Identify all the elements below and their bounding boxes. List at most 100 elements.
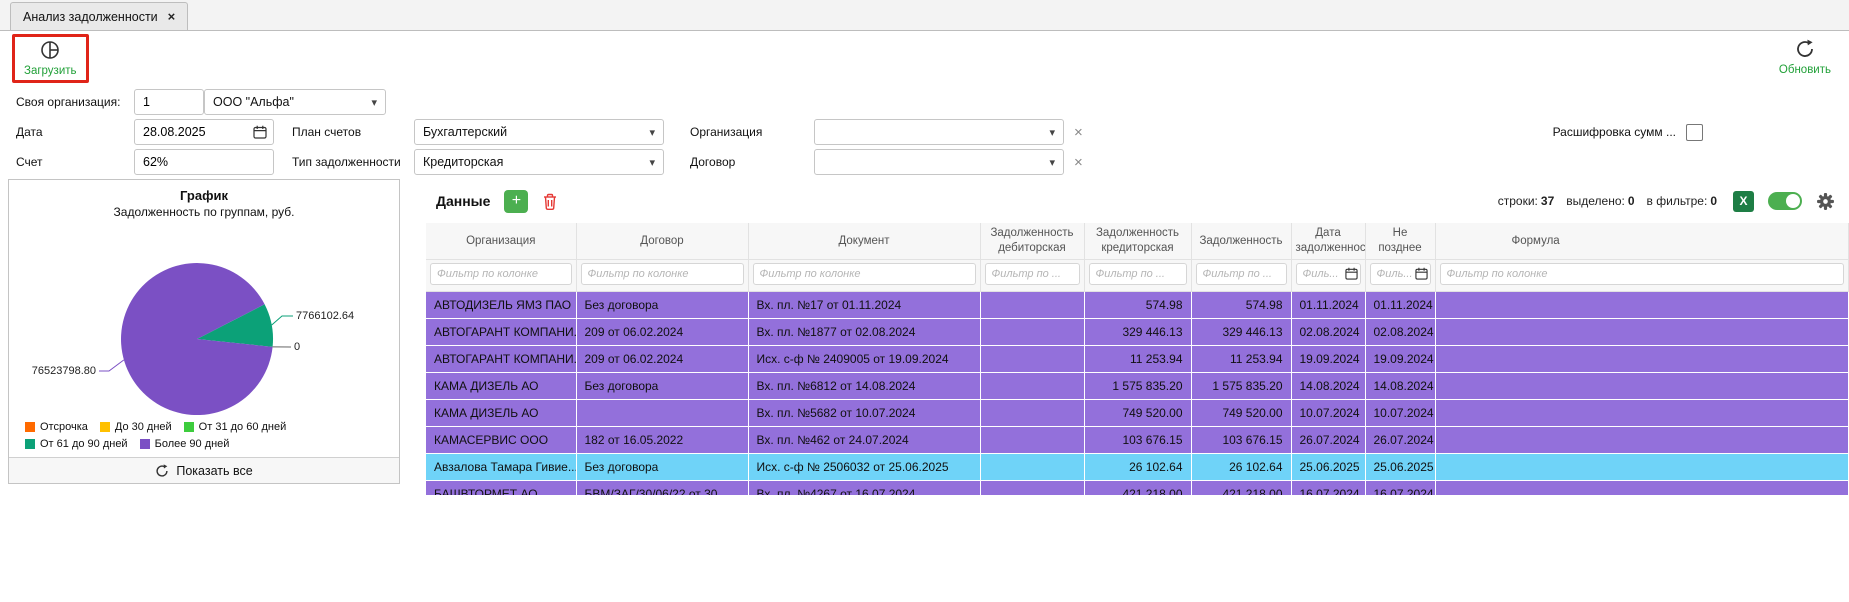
debt-type-value: Кредиторская (423, 155, 503, 169)
table-row[interactable]: КАМАСЕРВИС ООО182 от 16.05.2022Вх. пл. №… (426, 426, 1849, 453)
filter-cell-8 (1435, 259, 1849, 291)
table-row[interactable]: Авзалова Тамара Гивие...Без договораИсх.… (426, 453, 1849, 480)
table-cell: Вх. пл. №1877 от 02.08.2024 (748, 318, 980, 345)
contract-label: Договор (690, 155, 814, 169)
clear-organization-icon[interactable]: × (1074, 125, 1083, 140)
excel-icon: X (1739, 194, 1747, 208)
table-cell: Без договора (576, 291, 748, 318)
filter-cell-6 (1291, 259, 1365, 291)
delete-row-button[interactable] (542, 192, 558, 211)
table-cell: Авзалова Тамара Гивие... (426, 453, 576, 480)
main-area: График Задолженность по группам, руб. 77… (8, 179, 1849, 495)
own-org-code-input[interactable] (134, 89, 204, 115)
tab-debt-analysis[interactable]: Анализ задолженности × (10, 2, 188, 30)
show-all-button[interactable]: Показать все (9, 457, 399, 483)
column-header-3[interactable]: Задолженность дебиторская (980, 223, 1084, 259)
table-cell: 749 520.00 (1191, 399, 1291, 426)
table-cell: БАШВТОРМЕТ АО (426, 480, 576, 495)
table-cell (1435, 345, 1849, 372)
chevron-down-icon: ▾ (649, 126, 655, 139)
column-header-2[interactable]: Документ (748, 223, 980, 259)
legend-item: Более 90 дней (140, 438, 230, 450)
table-cell (1435, 480, 1849, 495)
pie-value-label: 76523798.80 (32, 365, 96, 377)
table-cell (980, 399, 1084, 426)
table-cell: 182 от 16.05.2022 (576, 426, 748, 453)
column-header-4[interactable]: Задолженность кредиторская (1084, 223, 1191, 259)
table-cell: КАМА ДИЗЕЛЬ АО (426, 399, 576, 426)
chevron-down-icon: ▾ (371, 96, 377, 109)
table-cell: 01.11.2024 (1365, 291, 1435, 318)
chart-title: График (9, 188, 399, 203)
calendar-icon[interactable] (1345, 267, 1358, 284)
column-header-5[interactable]: Задолженность (1191, 223, 1291, 259)
legend-item: От 31 до 60 дней (184, 421, 287, 433)
filter-cell-5 (1191, 259, 1291, 291)
column-header-6[interactable]: Дата задолженност (1291, 223, 1365, 259)
table-cell: 14.08.2024 (1291, 372, 1365, 399)
excel-export-button[interactable]: X (1733, 191, 1754, 212)
load-button[interactable]: Загрузить (20, 38, 81, 79)
table-cell: Вх. пл. №6812 от 14.08.2024 (748, 372, 980, 399)
stat-item: выделено:0 (1566, 194, 1634, 208)
show-all-label: Показать все (176, 464, 252, 478)
table-row[interactable]: БАШВТОРМЕТ АОБВМ/ЗАГ/30/06/22 от 30Вх. п… (426, 480, 1849, 495)
chart-of-accounts-select[interactable]: Бухгалтерский ▾ (414, 119, 664, 145)
account-input[interactable] (134, 149, 274, 175)
filter-cell-0 (426, 259, 576, 291)
table-row[interactable]: КАМА ДИЗЕЛЬ АОБез договораВх. пл. №6812 … (426, 372, 1849, 399)
data-table: ОрганизацияДоговорДокументЗадолженность … (426, 223, 1849, 495)
table-cell: Вх. пл. №462 от 24.07.2024 (748, 426, 980, 453)
table-stats: строки:37выделено:0в фильтре:0 (1498, 194, 1717, 208)
calendar-icon[interactable] (253, 125, 267, 139)
table-cell: 574.98 (1084, 291, 1191, 318)
table-row[interactable]: КАМА ДИЗЕЛЬ АО Вх. пл. №5682 от 10.07.202… (426, 399, 1849, 426)
table-cell: Вх. пл. №5682 от 10.07.2024 (748, 399, 980, 426)
column-filter-input-8[interactable] (1440, 263, 1845, 285)
table-cell: Исх. с-ф № 2409005 от 19.09.2024 (748, 345, 980, 372)
debt-type-select[interactable]: Кредиторская ▾ (414, 149, 664, 175)
table-cell: 16.07.2024 (1365, 480, 1435, 495)
refresh-button[interactable]: Обновить (1775, 37, 1835, 78)
column-header-0[interactable]: Организация (426, 223, 576, 259)
table-cell: 01.11.2024 (1291, 291, 1365, 318)
table-row[interactable]: АВТОДИЗЕЛЬ ЯМЗ ПАОБез договораВх. пл. №1… (426, 291, 1849, 318)
filter-area: Своя организация: ООО "Альфа" ▾ Дата Пла… (0, 89, 1849, 175)
date-field[interactable] (134, 119, 274, 145)
column-filter-input-0[interactable] (430, 263, 572, 285)
clear-contract-icon[interactable]: × (1074, 155, 1083, 170)
table-cell: 1 575 835.20 (1084, 372, 1191, 399)
table-row[interactable]: АВТОГАРАНТ КОМПАНИ...209 от 06.02.2024Ис… (426, 345, 1849, 372)
add-row-button[interactable]: + (504, 190, 528, 213)
table-cell: 14.08.2024 (1365, 372, 1435, 399)
chevron-down-icon: ▾ (1049, 126, 1055, 139)
settings-gear-icon[interactable] (1816, 192, 1835, 211)
pie-label-connector (272, 316, 293, 325)
decode-sums-checkbox[interactable] (1686, 124, 1703, 141)
column-filter-input-3[interactable] (985, 263, 1080, 285)
column-header-1[interactable]: Договор (576, 223, 748, 259)
view-toggle[interactable] (1768, 192, 1802, 210)
column-filter-input-5[interactable] (1196, 263, 1287, 285)
column-header-8[interactable]: Формула (1435, 223, 1849, 259)
tab-close-icon[interactable]: × (168, 9, 176, 24)
column-filter-input-4[interactable] (1089, 263, 1187, 285)
table-cell: 10.07.2024 (1365, 399, 1435, 426)
table-cell: 103 676.15 (1191, 426, 1291, 453)
decode-sums-label: Расшифровка сумм ... (1553, 125, 1676, 139)
table-cell: Исх. с-ф № 2506032 от 25.06.2025 (748, 453, 980, 480)
table-row[interactable]: АВТОГАРАНТ КОМПАНИ...209 от 06.02.2024Вх… (426, 318, 1849, 345)
column-filter-input-2[interactable] (753, 263, 976, 285)
date-input[interactable] (135, 125, 253, 139)
table-cell: 26 102.64 (1191, 453, 1291, 480)
table-cell (1435, 399, 1849, 426)
organization-select[interactable]: ▾ (814, 119, 1064, 145)
calendar-icon[interactable] (1415, 267, 1428, 284)
own-org-select[interactable]: ООО "Альфа" ▾ (204, 89, 386, 115)
contract-select[interactable]: ▾ (814, 149, 1064, 175)
own-org-label: Своя организация: (16, 95, 134, 109)
refresh-icon (1795, 39, 1815, 62)
table-cell (980, 453, 1084, 480)
column-filter-input-1[interactable] (581, 263, 744, 285)
column-header-7[interactable]: Не позднее (1365, 223, 1435, 259)
